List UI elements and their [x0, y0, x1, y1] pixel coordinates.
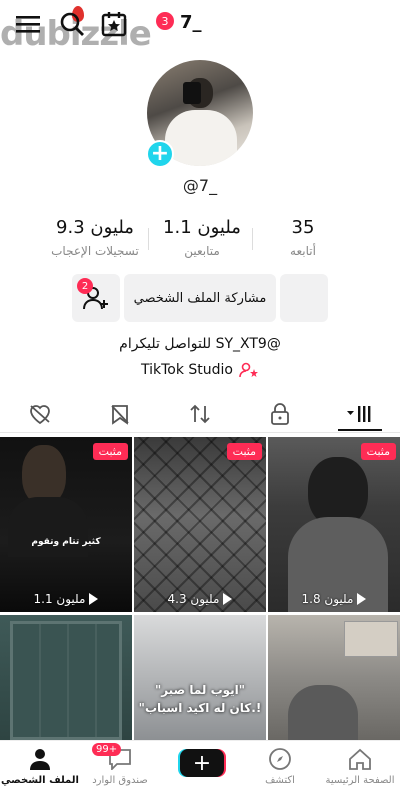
- nav-profile[interactable]: الملف الشخصي: [0, 741, 80, 788]
- notification-badge: 3: [156, 12, 174, 30]
- video-caption: "ايوب لما صبر" "كان له اكيد اسباب.!: [138, 683, 262, 715]
- bottom-nav: الصفحة الرئيسية اكتشف + 99+ صندوق الوارد…: [0, 740, 400, 787]
- content-tabs: [0, 395, 400, 433]
- nav-explore[interactable]: اكتشف: [240, 741, 320, 788]
- video-caption: كثير تتام وتقوم: [31, 537, 101, 547]
- video-thumbnail[interactable]: كثير تتام وتقوم مثبت 1.1 مليون: [0, 437, 132, 612]
- stat-following[interactable]: 35 أتابعه: [272, 217, 334, 258]
- following-label: أتابعه: [290, 244, 316, 258]
- followers-label: متابعين: [184, 244, 220, 258]
- home-icon: [348, 747, 372, 771]
- profile-icon: [28, 747, 52, 771]
- bio-text: للتواصل تليكرام SY_XT9@: [119, 336, 281, 352]
- video-thumbnail[interactable]: "ايوب لما صبر" "كان له اكيد اسباب.!: [134, 615, 266, 740]
- tab-private[interactable]: [260, 395, 300, 433]
- view-count: 1.1 مليون: [0, 592, 132, 606]
- add-friends-badge: 2: [77, 278, 93, 294]
- bookmark-hidden-icon: [111, 405, 129, 425]
- nav-home[interactable]: الصفحة الرئيسية: [320, 741, 400, 788]
- active-tab-indicator: [338, 429, 382, 431]
- top-username[interactable]: 7_: [180, 12, 202, 33]
- calendar-star-icon[interactable]: [100, 10, 128, 38]
- view-count: 1.8 مليون: [268, 592, 400, 606]
- studio-link[interactable]: TikTok Studio: [141, 362, 233, 378]
- repost-icon: [190, 404, 210, 424]
- compass-icon: [268, 747, 292, 771]
- heart-hidden-icon: [30, 405, 50, 425]
- play-icon: [89, 593, 99, 605]
- studio-person-icon: [239, 362, 258, 378]
- profile-handle: @7_: [182, 176, 218, 195]
- play-icon: [223, 593, 233, 605]
- tab-favorites[interactable]: [100, 395, 140, 433]
- followers-count: 1.1 مليون: [163, 217, 241, 238]
- video-grid: مثبت 1.8 مليون مثبت 4.3 مليون كثير تتام …: [0, 437, 400, 740]
- search-icon[interactable]: [58, 10, 86, 38]
- pinned-badge: مثبت: [92, 443, 128, 460]
- stat-likes[interactable]: 9.3 مليون تسجيلات الإعجاب: [40, 217, 150, 258]
- video-thumbnail[interactable]: [0, 615, 132, 740]
- nav-create[interactable]: +: [160, 741, 240, 788]
- studio-row[interactable]: TikTok Studio: [0, 362, 400, 378]
- video-thumbnail[interactable]: مثبت 1.8 مليون: [268, 437, 400, 612]
- view-count: 4.3 مليون: [134, 592, 266, 606]
- tab-reposts[interactable]: [180, 395, 220, 433]
- nav-inbox[interactable]: 99+ صندوق الوارد: [80, 741, 160, 788]
- video-thumbnail[interactable]: [268, 615, 400, 740]
- likes-count: 9.3 مليون: [56, 217, 134, 238]
- inbox-badge: 99+: [92, 743, 122, 756]
- blank-action-button[interactable]: [280, 274, 328, 322]
- likes-label: تسجيلات الإعجاب: [51, 244, 139, 258]
- following-count: 35: [291, 217, 315, 238]
- pinned-badge: مثبت: [226, 443, 262, 460]
- pinned-badge: مثبت: [360, 443, 396, 460]
- stat-followers[interactable]: 1.1 مليون متابعين: [160, 217, 244, 258]
- tab-videos[interactable]: [340, 395, 380, 433]
- grid-icon: [347, 406, 371, 422]
- tab-liked[interactable]: [20, 395, 60, 433]
- lock-icon: [271, 403, 289, 425]
- stat-divider: [252, 228, 253, 250]
- create-plus-icon: +: [180, 749, 224, 777]
- video-thumbnail[interactable]: مثبت 4.3 مليون: [134, 437, 266, 612]
- add-story-plus-icon[interactable]: +: [146, 140, 174, 168]
- share-profile-button[interactable]: مشاركة الملف الشخصي: [124, 274, 276, 322]
- play-icon: [357, 593, 367, 605]
- top-bar: dubizzle 3 7_: [0, 0, 400, 54]
- menu-icon[interactable]: [14, 10, 42, 38]
